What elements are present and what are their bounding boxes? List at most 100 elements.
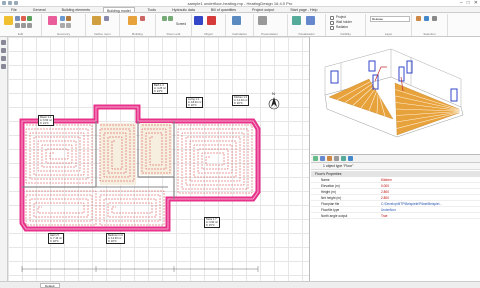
ribbon-group-label: Building xyxy=(132,32,143,36)
ribbon-group: Building xyxy=(120,14,156,36)
room-label[interactable]: Store 1.7 A: 3.90 m² θ: 15°C xyxy=(204,217,220,228)
ribbon-group-label: Layer xyxy=(384,32,393,36)
sort-icon[interactable] xyxy=(320,156,325,161)
merge-room-icon[interactable] xyxy=(168,16,173,21)
room-label-line: θ: 24°C xyxy=(40,122,49,125)
heating-coil xyxy=(177,124,253,194)
checkbox-wall-holder[interactable] xyxy=(330,21,334,25)
status-bar: Default xyxy=(0,281,480,288)
select-icon[interactable] xyxy=(15,16,20,21)
property-row[interactable]: North angle output True xyxy=(311,213,480,219)
wall-icon[interactable] xyxy=(48,16,57,25)
rotate-icon[interactable] xyxy=(21,23,26,28)
floor-plan-canvas[interactable]: N Room 1.2 A: 6.50 m² θ: 24°C Bath 1.4 A: 4.… xyxy=(8,37,310,281)
3d-view-icon[interactable] xyxy=(306,16,315,25)
select-all-icon[interactable] xyxy=(424,16,429,21)
heating-coil xyxy=(25,124,93,184)
zoom-icon[interactable] xyxy=(1,48,6,53)
property-name: North angle output xyxy=(321,214,348,218)
ribbon-tab[interactable]: Start page - Help xyxy=(287,7,320,12)
room-label[interactable]: Kitchen 1.3 A: 12.40 m² θ: 20°C xyxy=(232,95,250,106)
check-option-wall-holder: Wall holder xyxy=(336,20,352,24)
room-label-line: θ: 18°C xyxy=(50,240,59,243)
room-label[interactable]: Room 1.2 A: 6.50 m² θ: 24°C xyxy=(38,115,54,126)
check-option-project: Project xyxy=(336,15,346,19)
room-label-line: θ: 24°C xyxy=(154,90,163,93)
north-arrow xyxy=(268,97,280,110)
properties-toolbar xyxy=(311,155,480,163)
3d-heated-floors xyxy=(328,78,460,136)
room-label[interactable]: Living 1.1 A: 18.20 m² θ: 20°C xyxy=(186,97,204,108)
column-icon[interactable] xyxy=(60,23,65,28)
visualisation-icon[interactable] xyxy=(292,16,301,25)
object-type-label: 1 object type "Floor" xyxy=(323,164,354,168)
room-label[interactable]: Hall 1.5 A: 7.10 m² θ: 18°C xyxy=(48,233,64,244)
maximize-button[interactable]: □ xyxy=(467,1,470,6)
heating-circuits xyxy=(25,124,253,226)
building-icon[interactable] xyxy=(128,16,137,25)
title-bar: sample1 underfloor-heating.mp - HeatingD… xyxy=(0,0,480,7)
move-icon[interactable] xyxy=(15,23,20,28)
object-type-row[interactable]: 1 object type "Floor" xyxy=(311,163,480,170)
ribbon-tab[interactable]: Building model xyxy=(102,7,135,13)
ribbon-tab[interactable]: Project output xyxy=(249,7,277,12)
copy-icon[interactable] xyxy=(27,16,32,21)
ribbon-group-label: Selection xyxy=(423,32,436,36)
opening-icon[interactable] xyxy=(66,23,71,28)
3d-model xyxy=(324,48,464,138)
help-icon[interactable] xyxy=(348,156,353,161)
layer-dropdown[interactable]: Release xyxy=(370,16,410,22)
ribbon-group-label: Room edit xyxy=(166,32,181,36)
room-icon[interactable] xyxy=(92,16,101,25)
measure-icon[interactable] xyxy=(1,64,6,69)
ribbon-tab[interactable]: Tools xyxy=(145,7,159,12)
pointer-icon[interactable] xyxy=(1,40,6,45)
ribbon-tab[interactable]: General xyxy=(30,7,49,12)
room-fill xyxy=(100,123,136,185)
pan-icon[interactable] xyxy=(1,56,6,61)
ribbon-group-label: Object xyxy=(204,32,213,36)
heating-coil xyxy=(99,190,165,226)
room-label[interactable]: Bath 1.4 A: 4.25 m² θ: 24°C xyxy=(152,83,168,94)
sheet-tab[interactable]: Default xyxy=(40,283,60,288)
left-toolbar xyxy=(0,37,8,281)
delete-icon[interactable] xyxy=(21,16,26,21)
door-icon[interactable] xyxy=(66,16,71,21)
window-title: sample1 underfloor-heating.mp - HeatingD… xyxy=(187,1,293,6)
radiator-icon[interactable] xyxy=(194,16,203,25)
room-fill xyxy=(140,123,172,175)
heating-circuit-icon[interactable] xyxy=(207,16,216,25)
refresh-icon[interactable] xyxy=(341,156,346,161)
edit-icon[interactable] xyxy=(334,156,339,161)
3d-view[interactable] xyxy=(311,37,480,155)
ribbon-tab[interactable]: Hydraulic data xyxy=(169,7,198,12)
filter-icon[interactable] xyxy=(416,16,421,21)
room-label[interactable]: Bedroom 1.6 A: 14.30 m² θ: 20°C xyxy=(106,233,125,244)
ribbon-group-label: Edit xyxy=(17,32,24,36)
mirror-icon[interactable] xyxy=(27,23,32,28)
room-label-line: θ: 20°C xyxy=(234,102,243,105)
close-button[interactable]: ✕ xyxy=(474,1,478,6)
screed-label[interactable]: Screed xyxy=(176,22,186,26)
minimize-button[interactable]: – xyxy=(460,1,463,6)
north-label: N xyxy=(272,91,275,96)
deselect-icon[interactable] xyxy=(432,16,437,21)
window-icon[interactable] xyxy=(60,16,65,21)
ribbon-tab[interactable]: Bill of quantities xyxy=(208,7,239,12)
floor-icon[interactable] xyxy=(140,16,145,21)
calculate-icon[interactable] xyxy=(232,16,241,25)
properties-icon[interactable] xyxy=(313,156,318,161)
room-label-line: θ: 15°C xyxy=(206,224,215,227)
checkbox-radiator[interactable] xyxy=(330,26,334,30)
presentation-icon[interactable] xyxy=(258,16,267,25)
split-room-icon[interactable] xyxy=(162,16,167,21)
ribbon-group-label: Define room xyxy=(94,32,111,36)
ribbon-group-label: Presentation xyxy=(261,32,278,36)
auto-room-icon[interactable] xyxy=(104,16,109,21)
ribbon-tab[interactable]: Building elements xyxy=(59,7,93,12)
property-value[interactable]: True xyxy=(381,213,387,219)
filter-props-icon[interactable] xyxy=(327,156,332,161)
paste-icon[interactable] xyxy=(4,16,13,25)
checkbox-project[interactable] xyxy=(330,16,334,20)
ribbon-tab[interactable]: File xyxy=(8,7,20,12)
